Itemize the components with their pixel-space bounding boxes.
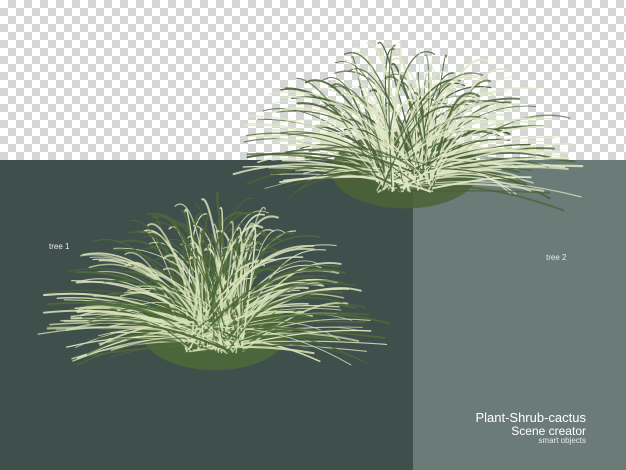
tree-2-label: tree 2 (546, 253, 567, 262)
caption-note: smart objects (538, 436, 586, 446)
caption-block: Plant-Shrub-cactus Scene creator smart o… (475, 411, 586, 446)
plant-2-image (232, 41, 584, 212)
plant-1-image (37, 192, 390, 371)
caption-title: Plant-Shrub-cactus (475, 410, 586, 425)
tree-1-label: tree 1 (49, 242, 70, 251)
